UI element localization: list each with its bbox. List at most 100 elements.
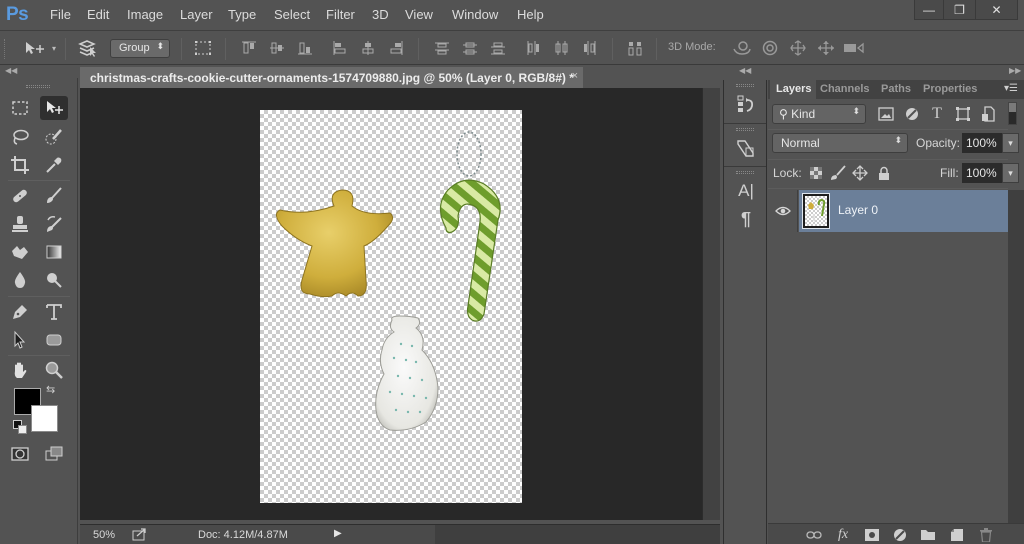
- options-bar-grip[interactable]: [4, 39, 7, 59]
- align-right-icon[interactable]: [387, 39, 405, 57]
- close-button[interactable]: ✕: [975, 0, 1017, 20]
- quick-mask-icon[interactable]: [6, 442, 34, 466]
- menu-3d[interactable]: 3D: [372, 7, 389, 22]
- menu-edit[interactable]: Edit: [87, 7, 109, 22]
- opacity-input[interactable]: 100%: [962, 133, 1002, 153]
- type-layer-filter-icon[interactable]: T: [928, 105, 946, 123]
- layer-selected-row[interactable]: Layer 0: [799, 190, 1008, 232]
- type-icon[interactable]: [40, 300, 68, 324]
- expand-panels-icon[interactable]: ▶▶: [1009, 66, 1021, 75]
- menu-type[interactable]: Type: [228, 7, 256, 22]
- default-colors-icon[interactable]: [13, 420, 27, 434]
- menu-image[interactable]: Image: [127, 7, 163, 22]
- lock-image-pixels-icon[interactable]: [830, 165, 846, 181]
- distribute-left-icon[interactable]: [524, 39, 542, 57]
- add-mask-icon[interactable]: [864, 527, 880, 543]
- paragraph-icon[interactable]: ¶: [734, 208, 758, 230]
- blend-mode-select[interactable]: Normal ⬍: [772, 133, 908, 153]
- menu-help[interactable]: Help: [517, 7, 544, 22]
- menu-filter[interactable]: Filter: [326, 7, 355, 22]
- crop-icon[interactable]: [6, 153, 34, 177]
- clone-stamp-icon[interactable]: [6, 212, 34, 236]
- tab-properties[interactable]: Properties: [923, 80, 983, 99]
- new-layer-icon[interactable]: [949, 527, 965, 543]
- tab-paths[interactable]: Paths: [881, 80, 917, 99]
- menu-select[interactable]: Select: [274, 7, 310, 22]
- align-top-icon[interactable]: [240, 39, 258, 57]
- zoom-icon[interactable]: [40, 358, 68, 382]
- document-tab[interactable]: christmas-crafts-cookie-cutter-ornaments…: [80, 67, 583, 88]
- filter-toggle-switch[interactable]: [1008, 102, 1017, 125]
- align-horizontal-center-icon[interactable]: [359, 39, 377, 57]
- document-canvas[interactable]: [260, 110, 522, 503]
- lock-transparent-pixels-icon[interactable]: [808, 165, 824, 181]
- swap-colors-icon[interactable]: ⇆: [46, 383, 55, 396]
- auto-select-target-select[interactable]: Group ⬍: [110, 39, 170, 58]
- zoom-level[interactable]: 50%: [93, 529, 115, 541]
- tool-preset-dropdown-icon[interactable]: ▾: [48, 39, 60, 57]
- lock-all-icon[interactable]: [876, 165, 892, 181]
- collapse-mini-panels-icon[interactable]: ◀◀: [739, 66, 751, 75]
- distribute-bottom-icon[interactable]: [489, 39, 507, 57]
- hand-icon[interactable]: [6, 358, 34, 382]
- link-layers-icon[interactable]: [806, 527, 822, 543]
- minimize-button[interactable]: —: [915, 0, 943, 20]
- rectangular-marquee-icon[interactable]: [6, 96, 34, 120]
- 3d-drag-icon[interactable]: [789, 39, 807, 57]
- distribute-right-icon[interactable]: [580, 39, 598, 57]
- character-icon[interactable]: A|: [734, 180, 758, 202]
- horizontal-scrollbar[interactable]: [435, 525, 720, 544]
- layers-scrollbar[interactable]: [1008, 190, 1024, 524]
- eyedropper-icon[interactable]: [40, 153, 68, 177]
- lock-position-icon[interactable]: [852, 165, 868, 181]
- panel-menu-icon[interactable]: ▾☰: [1004, 83, 1018, 94]
- tab-layers[interactable]: Layers: [770, 80, 816, 99]
- actions-icon[interactable]: [734, 137, 758, 159]
- new-group-icon[interactable]: [920, 527, 936, 543]
- filter-kind-select[interactable]: ⚲ Kind ⬍: [772, 104, 866, 124]
- vertical-scrollbar[interactable]: [702, 88, 720, 520]
- delete-layer-icon[interactable]: [978, 527, 994, 543]
- restore-button[interactable]: ❐: [943, 0, 975, 20]
- collapse-toolbox-icon[interactable]: ◀◀: [5, 66, 17, 75]
- opacity-dropdown-icon[interactable]: ▾: [1002, 133, 1019, 153]
- brush-icon[interactable]: [40, 184, 68, 208]
- close-document-icon[interactable]: ×: [572, 70, 578, 82]
- path-selection-icon[interactable]: [6, 328, 34, 352]
- screen-mode-icon[interactable]: [40, 442, 68, 466]
- distribute-horizontal-center-icon[interactable]: [552, 39, 570, 57]
- gradient-icon[interactable]: [40, 240, 68, 264]
- rectangle-shape-icon[interactable]: [40, 328, 68, 352]
- eraser-icon[interactable]: [6, 240, 34, 264]
- menu-window[interactable]: Window: [452, 7, 498, 22]
- lasso-icon[interactable]: [6, 125, 34, 149]
- move-tool-icon[interactable]: [24, 39, 48, 57]
- spot-healing-brush-icon[interactable]: [6, 184, 34, 208]
- canvas-workspace[interactable]: [80, 88, 702, 520]
- background-color-swatch[interactable]: [31, 405, 58, 432]
- menu-layer[interactable]: Layer: [180, 7, 213, 22]
- 3d-scale-icon[interactable]: [843, 39, 865, 57]
- history-brush-icon[interactable]: [40, 212, 68, 236]
- adjustment-layer-filter-icon[interactable]: [903, 105, 921, 123]
- move-tool-icon[interactable]: [40, 96, 68, 120]
- status-menu-arrow-icon[interactable]: ▶: [334, 528, 342, 539]
- history-icon[interactable]: [734, 93, 758, 115]
- layer-style-fx-icon[interactable]: fx: [835, 527, 851, 543]
- shape-layer-filter-icon[interactable]: [954, 105, 972, 123]
- auto-select-layers-icon[interactable]: [77, 39, 99, 57]
- 3d-roll-icon[interactable]: [761, 39, 779, 57]
- auto-align-icon[interactable]: [626, 39, 644, 57]
- blur-icon[interactable]: [6, 268, 34, 292]
- menu-view[interactable]: View: [405, 7, 433, 22]
- toolbox-grip[interactable]: [26, 85, 50, 88]
- tab-channels[interactable]: Channels: [820, 80, 878, 99]
- pen-icon[interactable]: [6, 300, 34, 324]
- new-adjustment-layer-icon[interactable]: [892, 527, 908, 543]
- panel-grip[interactable]: [736, 128, 754, 131]
- panel-grip[interactable]: [736, 84, 754, 87]
- layer-name[interactable]: Layer 0: [838, 203, 878, 217]
- 3d-rotate-icon[interactable]: [732, 39, 752, 57]
- fill-dropdown-icon[interactable]: ▾: [1002, 163, 1019, 183]
- 3d-slide-icon[interactable]: [817, 39, 835, 57]
